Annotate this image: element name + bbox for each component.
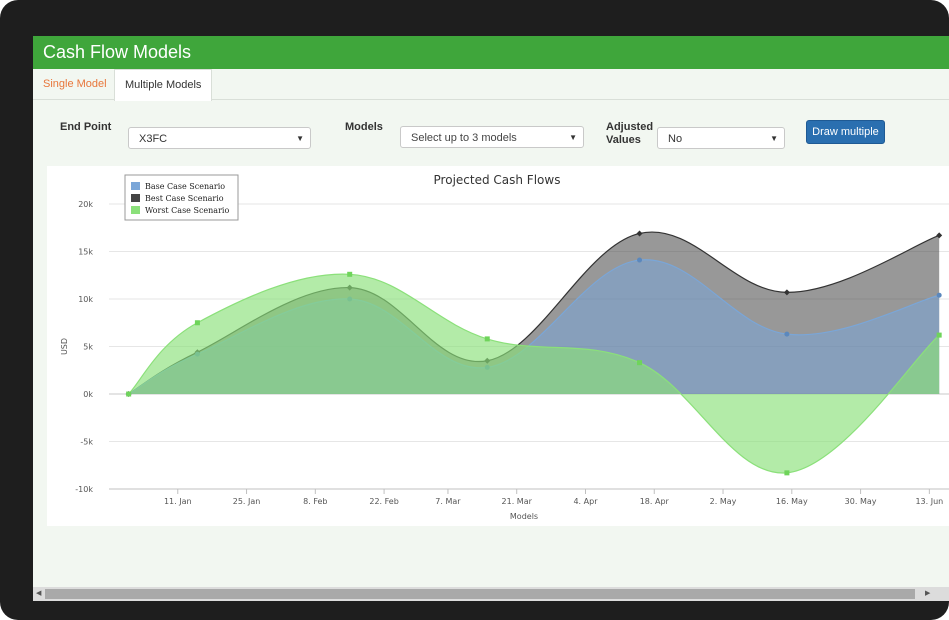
end-point-value: X3FC (139, 133, 168, 145)
chevron-down-icon: ▼ (296, 134, 304, 143)
tab-single-model[interactable]: Single Model (33, 69, 117, 99)
models-placeholder: Select up to 3 models (411, 132, 517, 144)
chart-title: Projected Cash Flows (434, 173, 561, 187)
scrollbar-thumb[interactable] (45, 589, 915, 599)
data-point (637, 257, 643, 263)
adjusted-values-select[interactable]: No ▼ (657, 127, 785, 149)
legend-swatch (131, 194, 140, 202)
chevron-down-icon: ▼ (770, 134, 778, 143)
app-screen: Cash Flow Models Single Model Multiple M… (33, 36, 949, 601)
data-point (936, 332, 942, 338)
adjusted-values-label: Adjusted Values (606, 121, 653, 147)
app-title: Cash Flow Models (43, 42, 192, 62)
models-select[interactable]: Select up to 3 models ▼ (400, 126, 584, 148)
scroll-right-icon[interactable]: ▶ (925, 587, 930, 601)
tab-multiple-models[interactable]: Multiple Models (114, 69, 213, 101)
end-point-select[interactable]: X3FC ▼ (128, 127, 311, 149)
draw-multiple-button[interactable]: Draw multiple (806, 120, 885, 144)
y-tick-label: 5k (83, 343, 93, 352)
adjusted-label-line2: Values (606, 134, 641, 146)
y-tick-label: 20k (78, 200, 93, 209)
x-tick-label: 16. May (776, 497, 808, 506)
chart-panel: -10k -5k 0k 5k 10k 15k 20k 11. Jan 25. Jan 8. Feb… (47, 166, 949, 526)
x-tick-label: 13. Jun (915, 497, 943, 506)
data-point (194, 320, 200, 326)
scroll-left-icon[interactable]: ◀ (36, 587, 41, 601)
x-tick-label: 22. Feb (369, 497, 398, 506)
tab-bar: Single Model Multiple Models (33, 69, 949, 101)
adjusted-label-line1: Adjusted (606, 121, 654, 133)
x-tick-label: 18. Apr (640, 497, 670, 506)
models-label: Models (345, 121, 383, 133)
device-frame: Cash Flow Models Single Model Multiple M… (0, 0, 949, 620)
legend-label: Base Case Scenario (145, 182, 225, 191)
legend-label: Worst Case Scenario (145, 206, 229, 215)
legend-label: Best Case Scenario (145, 194, 224, 203)
data-point (936, 292, 942, 298)
end-point-label: End Point (60, 121, 112, 133)
y-tick-label: 0k (83, 390, 93, 399)
horizontal-scrollbar[interactable]: ◀ ▶ (33, 587, 949, 601)
legend-swatch (131, 182, 140, 190)
x-tick-label: 8. Feb (303, 497, 327, 506)
x-tick-label: 11. Jan (164, 497, 192, 506)
data-point (484, 336, 490, 342)
x-tick-label: 21. Mar (502, 497, 533, 506)
y-tick-label: 10k (78, 295, 93, 304)
app-header: Cash Flow Models (33, 36, 949, 69)
legend-swatch (131, 206, 140, 214)
cash-flow-chart: -10k -5k 0k 5k 10k 15k 20k 11. Jan 25. Jan 8. Feb… (60, 173, 949, 521)
data-point (126, 391, 132, 397)
data-point (784, 331, 790, 337)
data-point (347, 271, 353, 277)
x-tick-label: 2. May (710, 497, 737, 506)
y-tick-label: -5k (80, 438, 93, 447)
x-tick-label: 7. Mar (435, 497, 461, 506)
x-tick-label: 30. May (845, 497, 877, 506)
adjusted-value: No (668, 133, 683, 145)
chevron-down-icon: ▼ (569, 133, 577, 142)
x-tick-label: 25. Jan (233, 497, 261, 506)
y-axis-title: USD (60, 338, 69, 355)
x-tick-label: 4. Apr (573, 497, 598, 506)
data-point (637, 360, 643, 366)
y-tick-label: 15k (78, 248, 93, 257)
y-tick-label: -10k (75, 485, 93, 494)
data-point (784, 470, 790, 476)
x-axis-title: Models (510, 512, 538, 521)
